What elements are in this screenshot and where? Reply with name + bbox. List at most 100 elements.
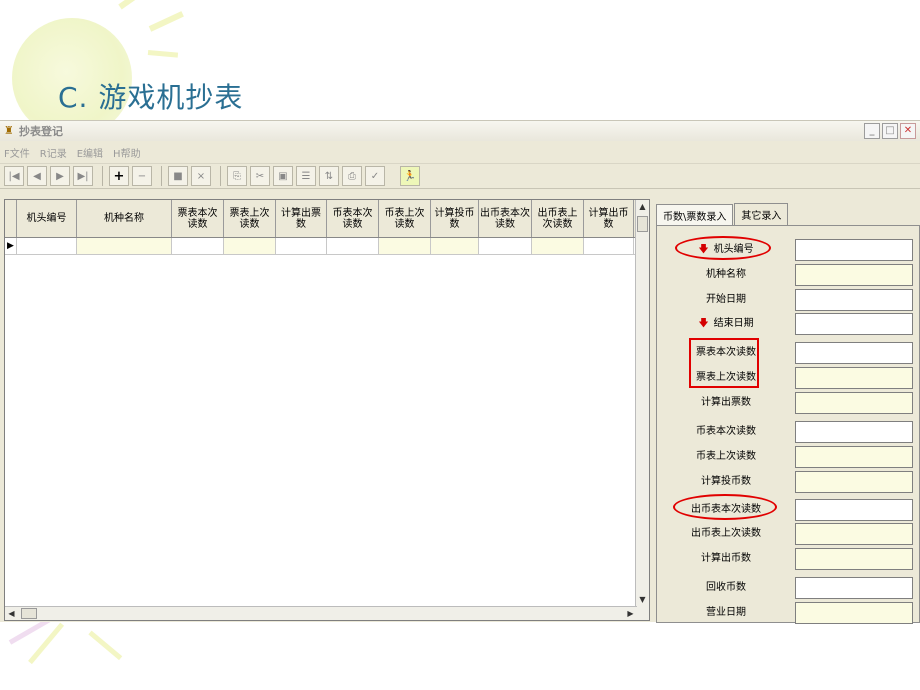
coins-in-field[interactable] bbox=[795, 471, 913, 493]
tab-coin-ticket-entry[interactable]: 币数\票数录入 bbox=[656, 204, 734, 226]
field-label-coins-out: 计算出币数 bbox=[701, 553, 751, 564]
coin-current-reading-field[interactable] bbox=[795, 421, 913, 443]
vertical-scrollbar[interactable]: ▲ ▼ bbox=[635, 200, 649, 620]
recovered-coins-field[interactable] bbox=[795, 577, 913, 599]
column-header[interactable]: 币表上次读数 bbox=[379, 200, 431, 237]
app-icon: ♜ bbox=[4, 124, 14, 137]
scroll-down-icon[interactable]: ▼ bbox=[636, 593, 649, 606]
table-cell[interactable] bbox=[479, 238, 532, 254]
cancel-edit-button[interactable]: × bbox=[191, 166, 211, 186]
start-date-field[interactable] bbox=[795, 289, 913, 311]
ticket-previous-reading-field[interactable] bbox=[795, 367, 913, 389]
last-record-icon[interactable]: ▶| bbox=[73, 166, 93, 186]
column-header[interactable]: 票表本次读数 bbox=[172, 200, 224, 237]
first-record-icon[interactable]: |◀ bbox=[4, 166, 24, 186]
ticket-current-reading-field[interactable] bbox=[795, 342, 913, 364]
toolbar-separator bbox=[220, 166, 221, 186]
check-icon[interactable]: ✓ bbox=[365, 166, 385, 186]
table-cell[interactable] bbox=[77, 238, 172, 254]
next-record-icon[interactable]: ▶ bbox=[50, 166, 70, 186]
table-cell[interactable] bbox=[172, 238, 224, 254]
scroll-thumb[interactable] bbox=[637, 216, 648, 232]
scroll-left-icon[interactable]: ◀ bbox=[5, 607, 18, 620]
down-arrow-icon: 🡇 bbox=[698, 318, 709, 329]
column-header[interactable]: 机头编号 bbox=[17, 200, 77, 237]
insert-record-button[interactable]: + bbox=[109, 166, 129, 186]
window-controls: _ □ ✕ bbox=[864, 123, 916, 139]
machine-type-field[interactable] bbox=[795, 264, 913, 286]
exit-icon[interactable]: 🏃 bbox=[400, 166, 420, 186]
tab-other-entry[interactable]: 其它录入 bbox=[734, 203, 789, 225]
column-header[interactable]: 票表上次读数 bbox=[224, 200, 276, 237]
table-cell[interactable] bbox=[224, 238, 276, 254]
transfer-icon[interactable]: ⇅ bbox=[319, 166, 339, 186]
menu-bar: F文件 R记录 E编辑 H帮助 bbox=[0, 141, 920, 163]
payout-previous-reading-field[interactable] bbox=[795, 523, 913, 545]
column-header[interactable]: 计算投币数 bbox=[431, 200, 479, 237]
field-label-payout-previous: 出币表上次读数 bbox=[691, 528, 761, 539]
end-date-field[interactable] bbox=[795, 313, 913, 335]
field-label-start-date: 开始日期 bbox=[706, 294, 746, 305]
menu-file[interactable]: F文件 bbox=[4, 145, 30, 160]
menu-help[interactable]: H帮助 bbox=[113, 145, 141, 160]
prev-record-icon[interactable]: ◀ bbox=[27, 166, 47, 186]
field-label-recovered-coins: 回收币数 bbox=[706, 582, 746, 593]
scroll-right-icon[interactable]: ▶ bbox=[624, 607, 637, 620]
column-header[interactable]: 出币表本次读数 bbox=[479, 200, 532, 237]
column-header[interactable]: 币表本次读数 bbox=[327, 200, 379, 237]
field-label-coin-current: 币表本次读数 bbox=[696, 426, 756, 437]
slide-title: C. 游戏机抄表 bbox=[58, 76, 243, 116]
tickets-out-field[interactable] bbox=[795, 392, 913, 414]
field-label-coin-previous: 币表上次读数 bbox=[696, 451, 756, 462]
field-label-machine-type: 机种名称 bbox=[706, 269, 746, 280]
column-header[interactable]: 计算出票数 bbox=[276, 200, 327, 237]
cut-icon[interactable]: ✂ bbox=[250, 166, 270, 186]
paste-icon[interactable]: ▣ bbox=[273, 166, 293, 186]
copy-icon[interactable]: ⎘ bbox=[227, 166, 247, 186]
slide-title-prefix: C. bbox=[58, 81, 89, 114]
machine-id-field[interactable] bbox=[795, 239, 913, 261]
app-window: ♜ 抄表登记 _ □ ✕ F文件 R记录 E编辑 H帮助 |◀ ◀ ▶ ▶| +… bbox=[0, 120, 920, 624]
toolbar: |◀ ◀ ▶ ▶| + − ■ × ⎘ ✂ ▣ ☰ ⇅ ⎙ ✓ 🏃 bbox=[0, 163, 920, 189]
grid-header: 机头编号 机种名称 票表本次读数 票表上次读数 计算出票数 币表本次读数 币表上… bbox=[5, 200, 649, 238]
table-cell[interactable] bbox=[327, 238, 379, 254]
table-cell[interactable] bbox=[584, 238, 634, 254]
records-grid[interactable]: 机头编号 机种名称 票表本次读数 票表上次读数 计算出票数 币表本次读数 币表上… bbox=[4, 199, 650, 621]
field-label-tickets-out: 计算出票数 bbox=[701, 397, 751, 408]
coins-out-field[interactable] bbox=[795, 548, 913, 570]
menu-record[interactable]: R记录 bbox=[40, 145, 67, 160]
table-cell[interactable] bbox=[276, 238, 327, 254]
coin-previous-reading-field[interactable] bbox=[795, 446, 913, 468]
toolbar-separator bbox=[102, 166, 103, 186]
table-cell[interactable] bbox=[532, 238, 584, 254]
table-row[interactable]: ▶ bbox=[5, 238, 649, 255]
slide-title-text: 游戏机抄表 bbox=[98, 81, 244, 114]
column-header[interactable]: 机种名称 bbox=[77, 200, 172, 237]
title-bar: ♜ 抄表登记 _ □ ✕ bbox=[0, 121, 920, 141]
payout-current-reading-field[interactable] bbox=[795, 499, 913, 521]
column-header[interactable]: 出币表上次读数 bbox=[532, 200, 584, 237]
field-label-business-date: 营业日期 bbox=[706, 607, 746, 618]
minimize-button[interactable]: _ bbox=[864, 123, 880, 139]
menu-edit[interactable]: E编辑 bbox=[77, 145, 103, 160]
toolbar-separator bbox=[161, 166, 162, 186]
table-cell[interactable] bbox=[17, 238, 77, 254]
print-icon[interactable]: ⎙ bbox=[342, 166, 362, 186]
column-header[interactable]: 计算出币数 bbox=[584, 200, 634, 237]
field-label-coins-in: 计算投币数 bbox=[701, 476, 751, 487]
current-row-icon: ▶ bbox=[5, 238, 17, 254]
maximize-button[interactable]: □ bbox=[882, 123, 898, 139]
window-title: 抄表登记 bbox=[19, 125, 63, 138]
business-date-field[interactable] bbox=[795, 602, 913, 624]
close-button[interactable]: ✕ bbox=[900, 123, 916, 139]
scroll-thumb[interactable] bbox=[21, 608, 37, 619]
properties-icon[interactable]: ☰ bbox=[296, 166, 316, 186]
highlight-ellipse bbox=[673, 494, 777, 520]
table-cell[interactable] bbox=[431, 238, 479, 254]
scroll-up-icon[interactable]: ▲ bbox=[636, 200, 649, 213]
table-cell[interactable] bbox=[379, 238, 431, 254]
decorative-ray bbox=[88, 630, 123, 661]
delete-record-button[interactable]: − bbox=[132, 166, 152, 186]
post-record-icon[interactable]: ■ bbox=[168, 166, 188, 186]
horizontal-scrollbar[interactable]: ◀ ▶ bbox=[5, 606, 637, 620]
